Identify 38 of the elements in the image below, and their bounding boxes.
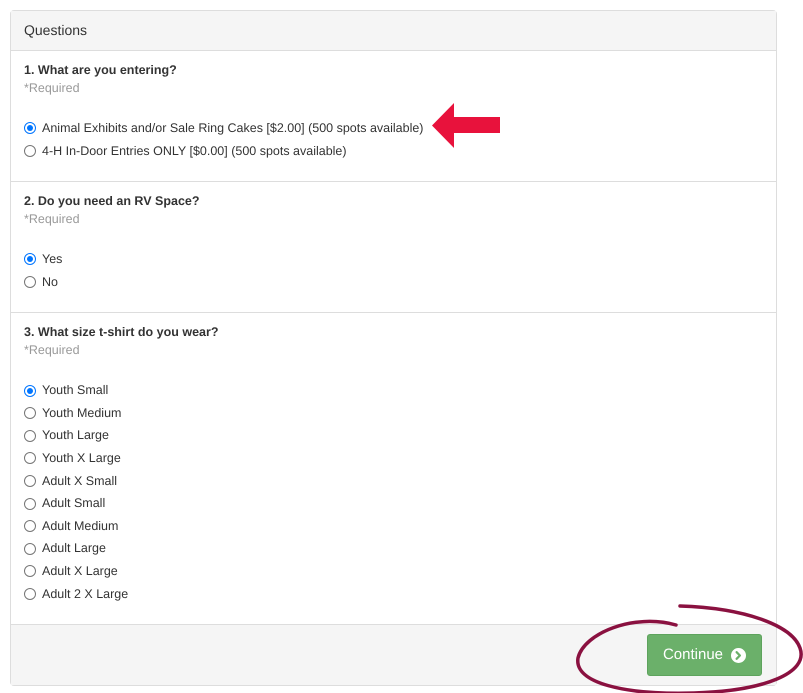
radio-button[interactable] (24, 144, 36, 157)
radio-button[interactable] (24, 498, 36, 510)
radio-button[interactable] (24, 520, 36, 532)
radio-button[interactable] (24, 430, 36, 442)
option-label: Adult Small (42, 495, 106, 512)
option-label: Youth Medium (42, 404, 122, 422)
option-label: Adult X Small (42, 472, 118, 490)
radio-button[interactable] (24, 565, 36, 578)
option-label: Adult Medium (42, 518, 118, 535)
radio-button[interactable] (24, 276, 36, 288)
option-label: Yes (42, 251, 62, 268)
option-label: Adult Large (42, 540, 106, 558)
pointer-arrow-drawing (432, 103, 501, 148)
radio-button[interactable] (24, 475, 36, 488)
radio-button[interactable] (24, 122, 36, 134)
required-note: *Required (24, 80, 80, 97)
option-label: Youth Large (42, 427, 109, 444)
radio-button[interactable] (24, 253, 36, 266)
required-note: *Required (24, 342, 80, 360)
option-label: Youth Small (42, 382, 108, 400)
option-label: Adult 2 X Large (42, 586, 128, 603)
radio-button[interactable] (24, 452, 36, 464)
question-title: 3. What size t-shirt do you wear? (24, 324, 218, 342)
option-label: Adult X Large (42, 563, 118, 580)
arrow-circle-icon (731, 648, 746, 663)
option-label: No (42, 274, 58, 291)
radio-button[interactable] (24, 588, 36, 600)
question-title: 1. What are you entering? (24, 62, 177, 79)
required-note: *Required (24, 211, 80, 228)
option-label: 4-H In-Door Entries ONLY [$0.00] (500 spots available) (42, 142, 347, 160)
radio-button[interactable] (24, 407, 36, 420)
question-title: 2. Do you need an RV Space? (24, 193, 200, 210)
continue-button[interactable]: Continue (646, 634, 762, 676)
radio-button[interactable] (24, 384, 36, 397)
option-label: Youth X Large (42, 450, 121, 468)
radio-button[interactable] (24, 542, 36, 555)
panel-title: Questions (24, 21, 88, 40)
option-label: Animal Exhibits and/or Sale Ring Cakes [$2.00] (500 spots available) (42, 120, 424, 137)
